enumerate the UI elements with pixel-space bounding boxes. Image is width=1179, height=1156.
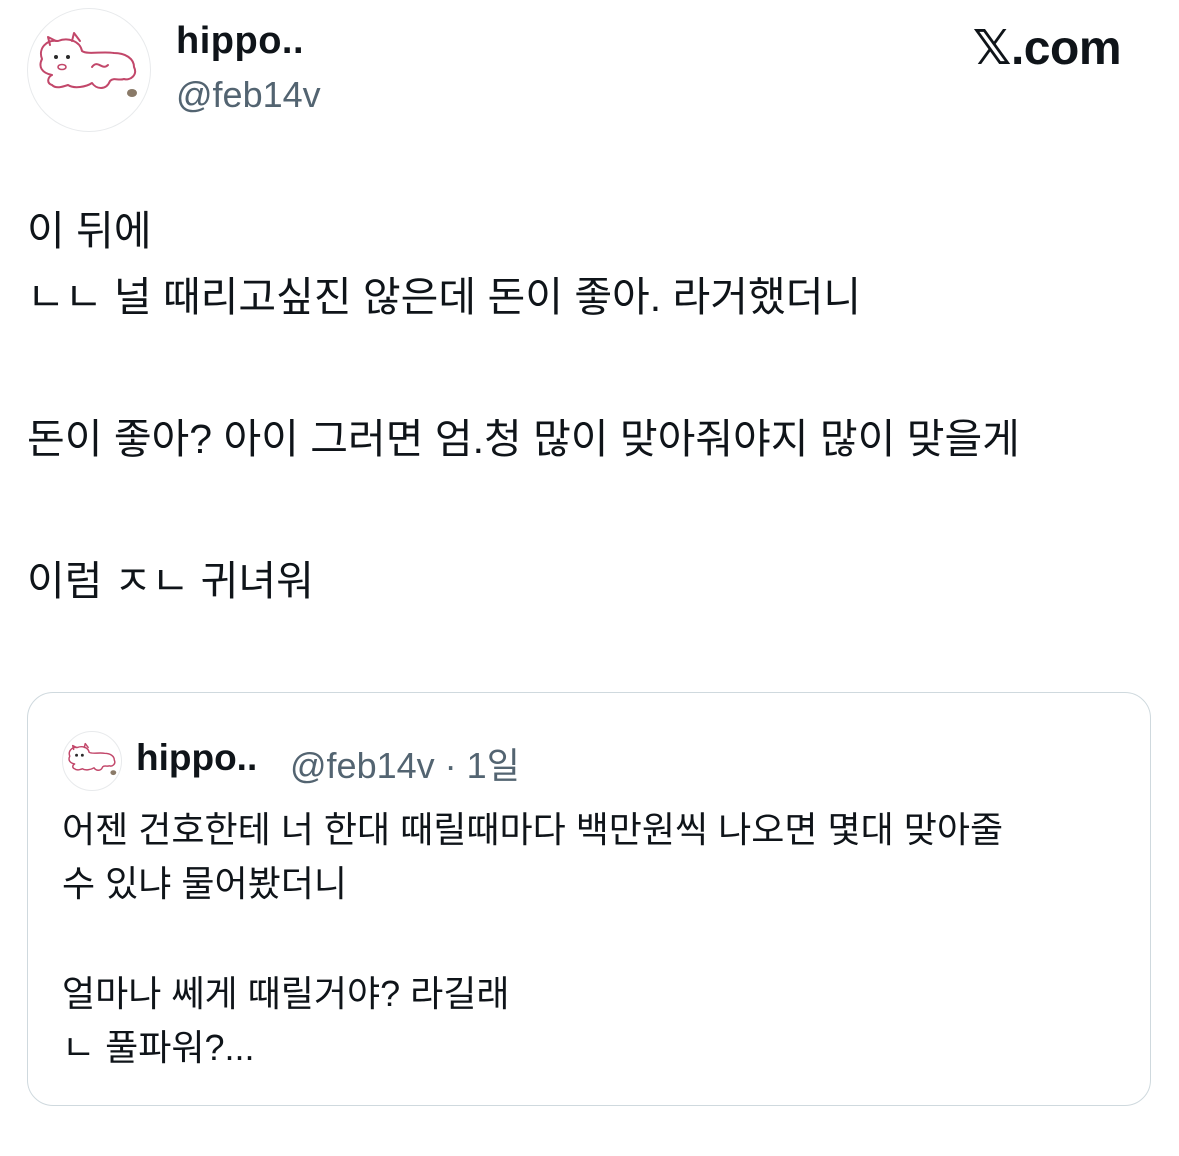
- x-logo: 𝕏.com: [972, 22, 1122, 75]
- tweet-line: 이럼 ㅈㄴ 귀녀워: [27, 558, 314, 604]
- quoted-tweet-line: 수 있냐 물어봤더니: [62, 863, 347, 904]
- tweet-header: hippo.. @feb14v 𝕏.com: [0, 0, 1179, 140]
- quoted-tweet-line: 얼마나 쎄게 때릴거야? 라길래: [62, 973, 510, 1014]
- tweet-line: 이 뒤에: [27, 208, 152, 254]
- quoted-tweet-line: ㄴ 풀파워?...: [62, 1027, 255, 1068]
- hippo-drawing-icon: [68, 742, 117, 776]
- tweet-line: ㄴㄴ 널 때리고싶진 않은데 돈이 좋아. 라거했더니: [27, 274, 862, 320]
- quoted-author-display-name[interactable]: hippo..: [136, 737, 257, 779]
- quoted-tweet-card[interactable]: hippo.. @feb14v · 1일 어젠 건호한테 너 한대 때릴때마다 …: [27, 692, 1151, 1106]
- quoted-author-avatar[interactable]: [62, 731, 122, 791]
- author-display-name[interactable]: hippo..: [176, 20, 304, 63]
- hippo-drawing-icon: [39, 32, 137, 97]
- tweet-line: 돈이 좋아? 아이 그러면 엄.청 많이 맞아줘야지 많이 맞을게: [27, 416, 1020, 462]
- tweet-text: 이 뒤에 ㄴㄴ 널 때리고싶진 않은데 돈이 좋아. 라거했더니 돈이 좋아? …: [27, 198, 1147, 614]
- quoted-tweet-text: 어젠 건호한테 너 한대 때릴때마다 백만원씩 나오면 몇대 맞아줄 수 있냐 …: [62, 803, 1122, 1075]
- quoted-tweet-meta: @feb14v · 1일: [290, 737, 520, 789]
- quoted-tweet-line: 어젠 건호한테 너 한대 때릴때마다 백만원씩 나오면 몇대 맞아줄: [62, 809, 1004, 850]
- author-handle[interactable]: @feb14v: [176, 74, 321, 116]
- quoted-author-handle[interactable]: @feb14v: [290, 745, 435, 786]
- meta-separator: ·: [444, 745, 457, 786]
- author-avatar[interactable]: [27, 8, 151, 132]
- quoted-tweet-time[interactable]: 1일: [467, 745, 520, 786]
